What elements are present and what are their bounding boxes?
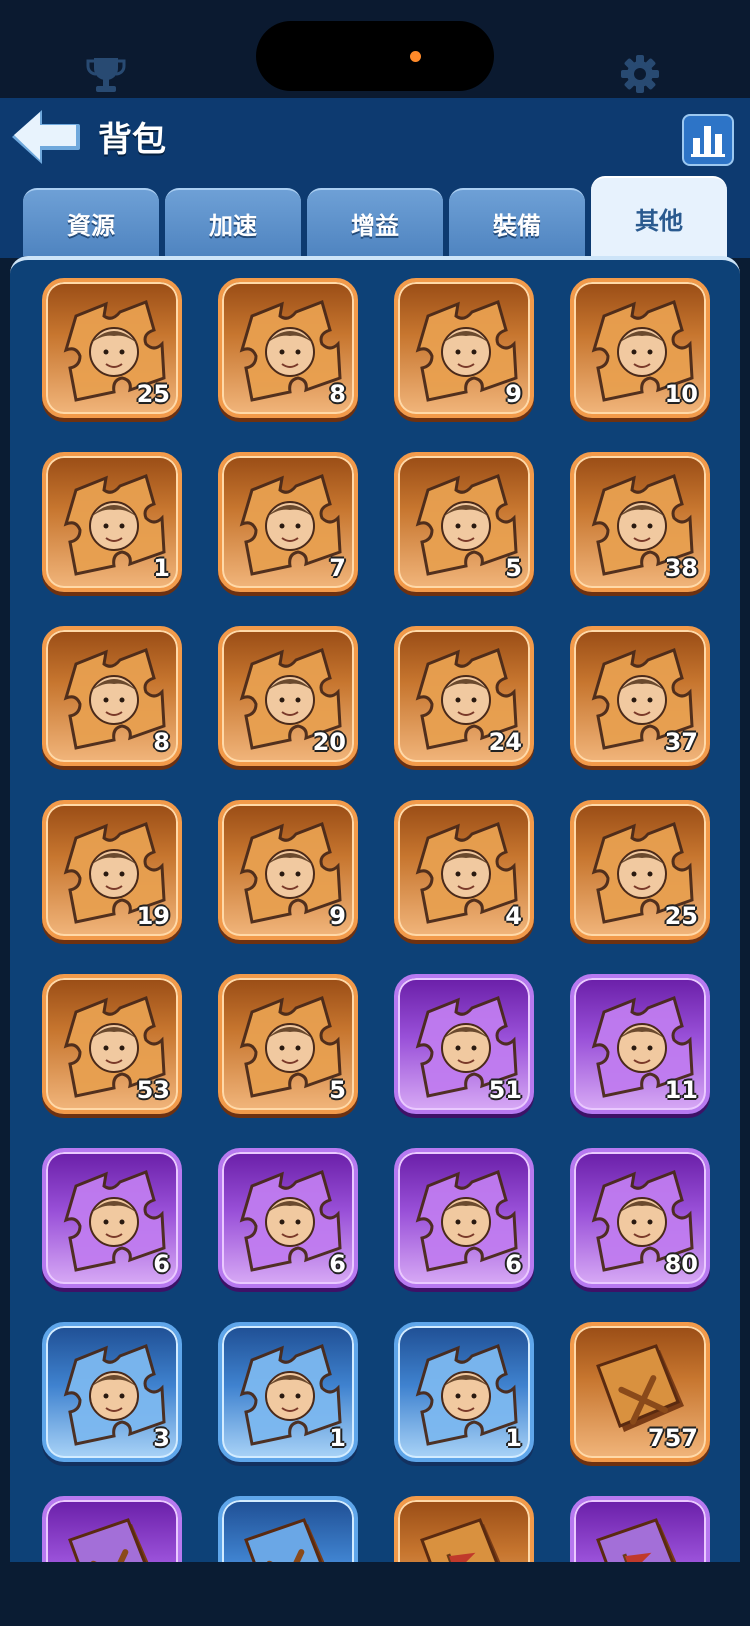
item-count: 757 bbox=[647, 1424, 698, 1452]
inventory-item[interactable]: 3 bbox=[42, 1322, 182, 1462]
item-count: 24 bbox=[488, 728, 522, 756]
inventory-item[interactable]: 51 bbox=[394, 974, 534, 1114]
item-count: 1 bbox=[153, 554, 170, 582]
item-count: 25 bbox=[664, 902, 698, 930]
inventory-item[interactable]: 9 bbox=[218, 800, 358, 940]
item-count: 3 bbox=[153, 1424, 170, 1452]
item-count: 8 bbox=[329, 380, 346, 408]
inventory-item[interactable]: 10 bbox=[570, 278, 710, 418]
book-icon bbox=[420, 1518, 501, 1562]
tab-other[interactable]: 其他 bbox=[591, 176, 727, 258]
item-count: 20 bbox=[312, 728, 346, 756]
item-count: 5 bbox=[505, 554, 522, 582]
camera-indicator-dot bbox=[410, 51, 421, 62]
bar-chart-icon bbox=[691, 126, 725, 157]
item-count: 10 bbox=[664, 380, 698, 408]
inventory-item[interactable]: 25 bbox=[42, 278, 182, 418]
stats-button[interactable] bbox=[682, 114, 734, 166]
inventory-item[interactable]: 5 bbox=[218, 974, 358, 1114]
item-count: 51 bbox=[488, 1076, 522, 1104]
inventory-item[interactable]: 6 bbox=[42, 1148, 182, 1288]
inventory-item[interactable]: 38 bbox=[570, 452, 710, 592]
inventory-item[interactable]: 6 bbox=[394, 1148, 534, 1288]
inventory-item[interactable]: 20 bbox=[218, 626, 358, 766]
inventory-item[interactable]: 5 bbox=[394, 452, 534, 592]
inventory-item[interactable]: 7 bbox=[218, 452, 358, 592]
inventory-item[interactable]: 1 bbox=[42, 452, 182, 592]
book-icon bbox=[68, 1518, 149, 1562]
gear-icon[interactable] bbox=[620, 54, 660, 94]
inventory-item[interactable]: 19 bbox=[42, 800, 182, 940]
tab-equipment[interactable]: 裝備 bbox=[449, 188, 585, 256]
book-icon bbox=[596, 1518, 677, 1562]
book-icon bbox=[244, 1518, 325, 1562]
item-count: 37 bbox=[664, 728, 698, 756]
inventory-item[interactable]: 1 bbox=[218, 1322, 358, 1462]
item-count: 7 bbox=[329, 554, 346, 582]
inventory-item[interactable]: 8 bbox=[218, 278, 358, 418]
item-count: 6 bbox=[329, 1250, 346, 1278]
inventory-item[interactable] bbox=[570, 1496, 710, 1562]
trophy-icon[interactable] bbox=[86, 56, 126, 94]
page-title: 背包 bbox=[98, 120, 166, 160]
tab-speedups[interactable]: 加速 bbox=[165, 188, 301, 256]
inventory-item[interactable]: 11 bbox=[570, 974, 710, 1114]
item-count: 38 bbox=[664, 554, 698, 582]
inventory-item[interactable]: 4 bbox=[394, 800, 534, 940]
inventory-item[interactable]: 53 bbox=[42, 974, 182, 1114]
item-count: 1 bbox=[329, 1424, 346, 1452]
inventory-item[interactable]: 6 bbox=[218, 1148, 358, 1288]
item-count: 53 bbox=[136, 1076, 170, 1104]
item-count: 25 bbox=[136, 380, 170, 408]
bottom-bar bbox=[0, 1562, 750, 1626]
item-count: 11 bbox=[664, 1076, 698, 1104]
item-count: 6 bbox=[153, 1250, 170, 1278]
inventory-item[interactable]: 25 bbox=[570, 800, 710, 940]
item-count: 1 bbox=[505, 1424, 522, 1452]
inventory-item[interactable]: 8 bbox=[42, 626, 182, 766]
inventory-item[interactable] bbox=[42, 1496, 182, 1562]
item-count: 80 bbox=[664, 1250, 698, 1278]
inventory-item[interactable]: 757 bbox=[570, 1322, 710, 1462]
inventory-item[interactable]: 24 bbox=[394, 626, 534, 766]
tab-boosts[interactable]: 增益 bbox=[307, 188, 443, 256]
camera-notch bbox=[256, 21, 494, 91]
inventory-item[interactable]: 37 bbox=[570, 626, 710, 766]
item-count: 8 bbox=[153, 728, 170, 756]
inventory-item[interactable]: 9 bbox=[394, 278, 534, 418]
item-count: 6 bbox=[505, 1250, 522, 1278]
back-arrow-button[interactable] bbox=[8, 106, 82, 168]
inventory-item[interactable] bbox=[394, 1496, 534, 1562]
inventory-item[interactable] bbox=[218, 1496, 358, 1562]
tab-resources[interactable]: 資源 bbox=[23, 188, 159, 256]
item-count: 4 bbox=[505, 902, 522, 930]
item-count: 9 bbox=[329, 902, 346, 930]
item-count: 5 bbox=[329, 1076, 346, 1104]
item-count: 19 bbox=[136, 902, 170, 930]
inventory-item[interactable]: 80 bbox=[570, 1148, 710, 1288]
items-grid[interactable]: 25 8 9 10 1 7 5 38 8 20 24 37 19 9 4 25 … bbox=[10, 256, 740, 1562]
item-count: 9 bbox=[505, 380, 522, 408]
inventory-item[interactable]: 1 bbox=[394, 1322, 534, 1462]
